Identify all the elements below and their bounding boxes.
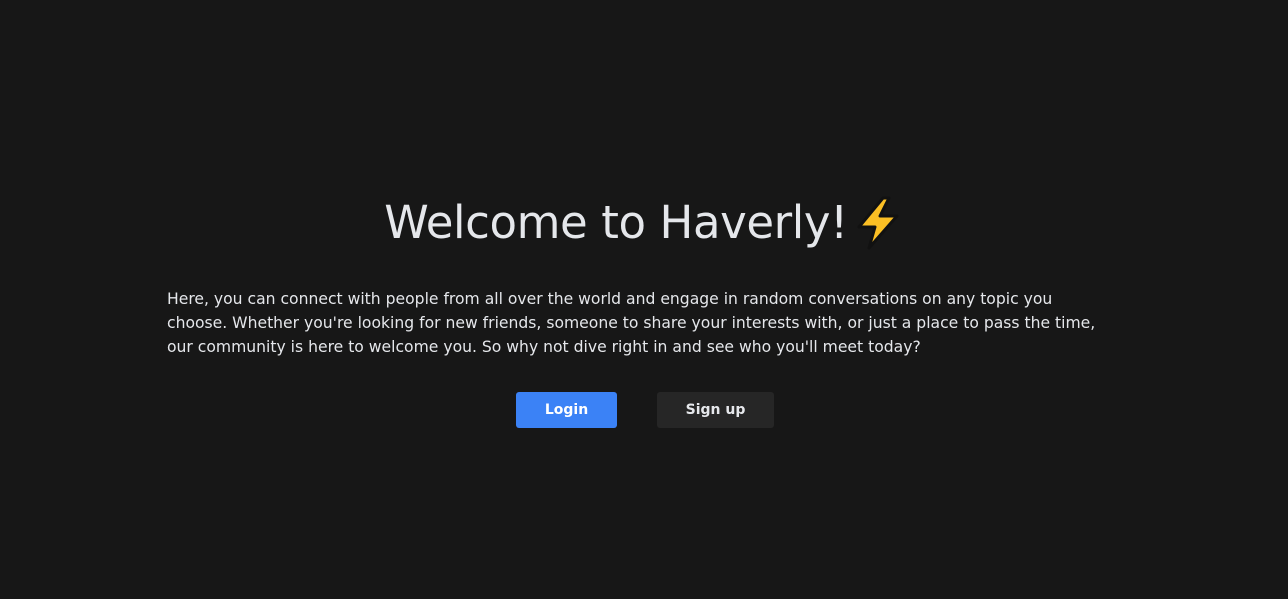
login-button[interactable]: Login	[516, 392, 617, 428]
lightning-bolt-icon	[852, 195, 904, 251]
intro-paragraph: Here, you can connect with people from a…	[167, 290, 1096, 356]
signup-button[interactable]: Sign up	[657, 392, 774, 428]
hero-title-row: Welcome to Haverly!	[0, 190, 1288, 256]
landing-page: Welcome to Haverly! Here, you can connec…	[0, 0, 1288, 599]
page-title: Welcome to Haverly!	[384, 196, 848, 249]
auth-actions: Login Sign up	[0, 392, 1288, 428]
